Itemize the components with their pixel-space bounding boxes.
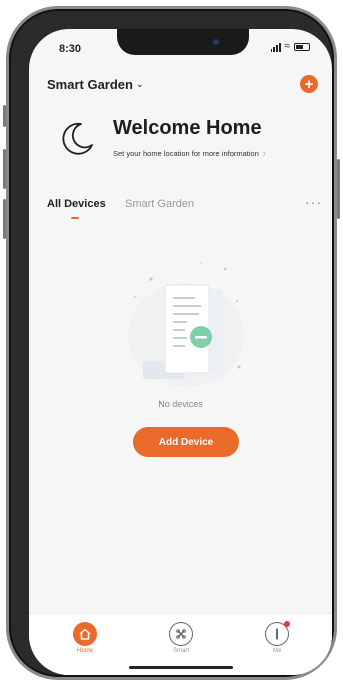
wifi-icon: ≈ bbox=[284, 41, 291, 52]
welcome-subtitle: Set your home location for more informat… bbox=[113, 148, 259, 158]
status-icons: ≈ bbox=[270, 41, 310, 52]
volume-down-button bbox=[3, 199, 6, 239]
add-device-button[interactable]: Add Device bbox=[133, 427, 239, 457]
nav-me-label: Me bbox=[272, 648, 282, 654]
volume-up-button bbox=[3, 149, 6, 189]
device-tabs: All Devices Smart Garden ··· bbox=[47, 194, 322, 226]
empty-state-text: No devices bbox=[158, 399, 203, 409]
bottom-nav: Home Smart Me bbox=[29, 613, 332, 675]
smart-icon bbox=[169, 622, 193, 646]
nav-home-label: Home bbox=[76, 648, 93, 654]
tab-all-devices[interactable]: All Devices bbox=[47, 198, 106, 210]
camera-icon bbox=[213, 39, 219, 45]
nav-home[interactable]: Home bbox=[55, 622, 115, 654]
tab-smart-garden[interactable]: Smart Garden bbox=[125, 198, 194, 210]
home-indicator[interactable] bbox=[129, 666, 233, 669]
home-name: Smart Garden bbox=[47, 77, 133, 92]
moon-icon bbox=[62, 122, 93, 155]
nav-me[interactable]: Me bbox=[247, 621, 307, 654]
welcome-title: Welcome Home bbox=[113, 117, 262, 139]
power-button bbox=[337, 159, 340, 219]
more-icon[interactable]: ··· bbox=[305, 194, 322, 210]
home-icon bbox=[73, 622, 97, 646]
nav-smart-label: Smart bbox=[172, 648, 189, 654]
app-screen: 8:30 ≈ Smart Garden ⌄ + Welcome Home Set… bbox=[29, 29, 332, 675]
plus-icon[interactable]: + bbox=[300, 75, 318, 93]
notification-dot bbox=[284, 621, 290, 627]
notch bbox=[117, 29, 249, 55]
set-location-link[interactable]: Set your home location for more informat… bbox=[113, 148, 266, 158]
mute-switch bbox=[3, 105, 6, 127]
chevron-down-icon: ⌄ bbox=[135, 79, 144, 89]
empty-document-illustration bbox=[128, 261, 244, 405]
home-selector[interactable]: Smart Garden ⌄ bbox=[47, 77, 144, 92]
phone-frame: 8:30 ≈ Smart Garden ⌄ + Welcome Home Set… bbox=[3, 6, 340, 680]
tab-active-indicator bbox=[71, 217, 79, 219]
profile-icon bbox=[265, 621, 290, 646]
battery-icon bbox=[294, 43, 310, 51]
nav-smart[interactable]: Smart bbox=[151, 622, 211, 654]
status-time: 8:30 bbox=[59, 43, 82, 55]
chevron-right-icon: › bbox=[262, 148, 266, 158]
signal-icon bbox=[270, 42, 281, 52]
